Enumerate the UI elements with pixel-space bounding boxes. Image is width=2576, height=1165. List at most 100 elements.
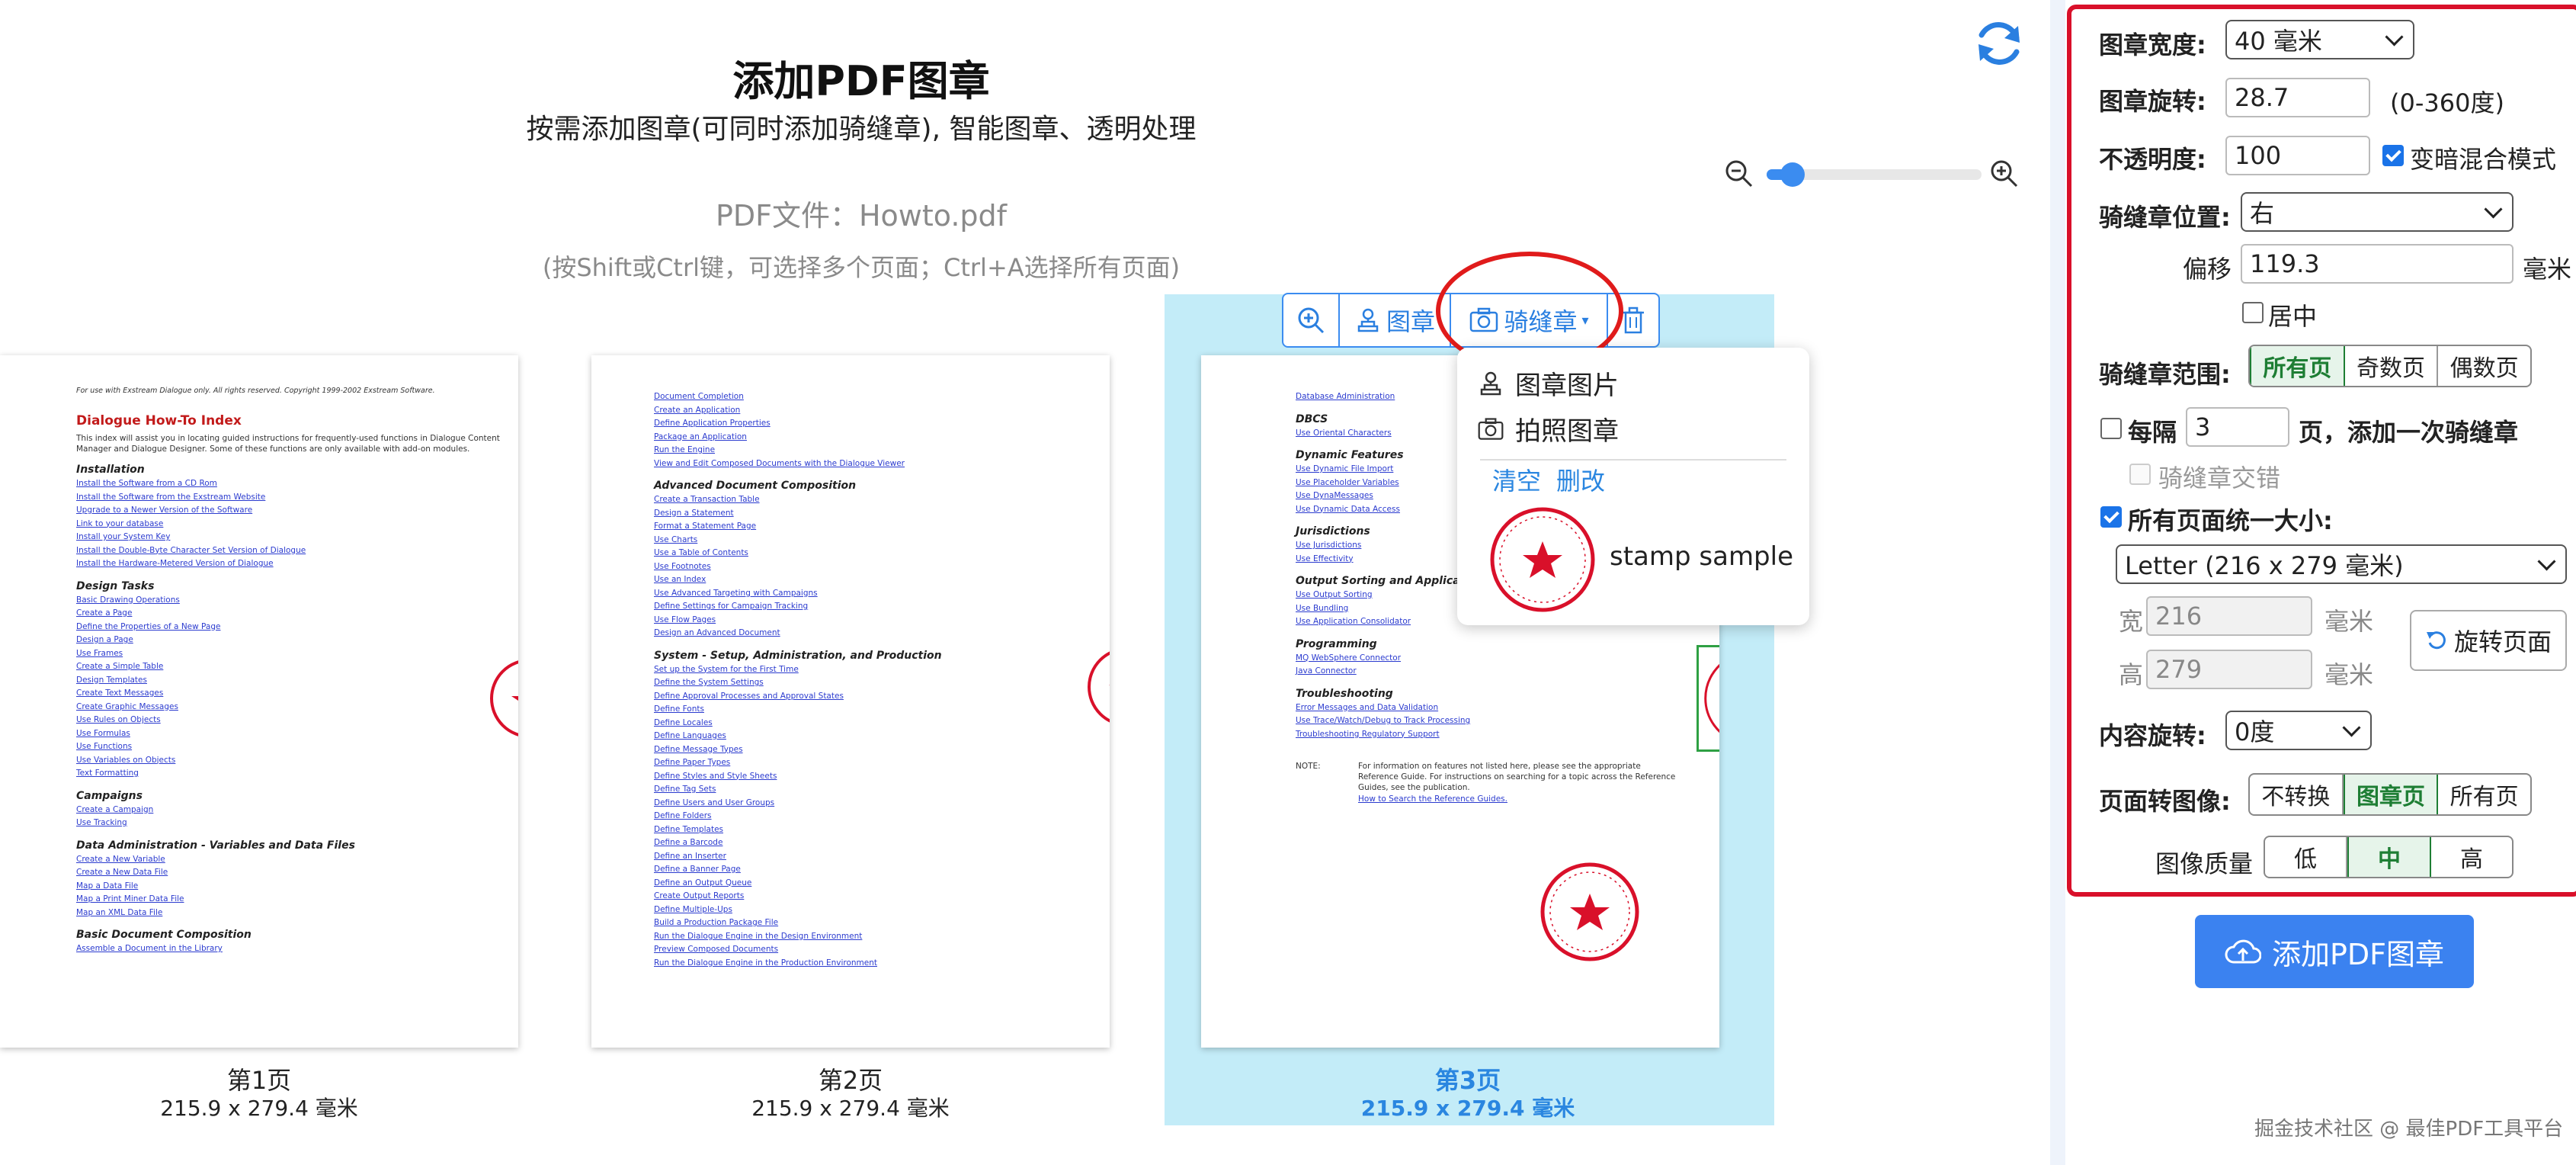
doc-link[interactable]: Use Footnotes [654, 560, 1096, 574]
doc-link[interactable]: Design a Page [76, 634, 503, 647]
doc-link[interactable]: Use an Index [654, 573, 1096, 587]
zoom-in-icon[interactable] [1989, 159, 2020, 189]
doc-link[interactable]: Use Frames [76, 647, 503, 661]
page-thumbnail-2[interactable]: Document Completion Create an Application… [591, 355, 1110, 1048]
to-image-all-pages[interactable]: 所有页 [2438, 775, 2530, 814]
doc-link[interactable]: Define a Banner Page [654, 863, 1096, 877]
doc-link[interactable]: Format a Statement Page [654, 520, 1096, 534]
seam-stamp-frame[interactable] [1697, 645, 1719, 752]
doc-link[interactable]: Define Fonts [654, 703, 1096, 717]
doc-link[interactable]: Upgrade to a Newer Version of the Softwa… [76, 504, 503, 518]
doc-link[interactable]: Troubleshooting Regulatory Support [1296, 728, 1707, 742]
doc-link[interactable]: Use Rules on Objects [76, 714, 503, 727]
doc-link[interactable]: Define Styles and Style Sheets [654, 770, 1096, 784]
stamp-width-select[interactable]: 40 毫米 [2225, 20, 2414, 59]
range-odd-pages[interactable]: 奇数页 [2345, 346, 2439, 386]
doc-link[interactable]: Define an Output Queue [654, 877, 1096, 891]
page3-note-link[interactable]: How to Search the Reference Guides. [1358, 793, 1678, 807]
doc-link[interactable]: Use Tracking [76, 817, 503, 830]
doc-link[interactable]: Run the Dialogue Engine in the Productio… [654, 957, 1096, 971]
doc-link[interactable]: Java Connector [1296, 665, 1707, 679]
doc-link[interactable]: Define Message Types [654, 743, 1096, 757]
rotate-page-button[interactable]: 旋转页面 [2410, 610, 2567, 671]
stamp-sample-name[interactable]: stamp sample [1610, 541, 1793, 572]
doc-link[interactable]: Define an Inserter [654, 850, 1096, 864]
to-image-stamp-pages[interactable]: 图章页 [2343, 775, 2439, 814]
quality-low[interactable]: 低 [2265, 837, 2347, 877]
doc-link[interactable]: Define a Barcode [654, 836, 1096, 850]
uniform-size-checkbox[interactable] [2100, 506, 2122, 528]
zoom-slider-handle[interactable] [1780, 162, 1805, 187]
doc-link[interactable]: Install your System Key [76, 531, 503, 544]
dropdown-stamp-image[interactable]: 图章图片 [1477, 364, 1619, 402]
doc-link[interactable]: Link to your database [76, 518, 503, 531]
quality-medium[interactable]: 中 [2347, 837, 2431, 877]
doc-link[interactable]: Set up the System for the First Time [654, 663, 1096, 677]
doc-link[interactable]: Install the Hardware-Metered Version of … [76, 557, 503, 571]
doc-link[interactable]: Map a Data File [76, 880, 503, 894]
doc-link[interactable]: Install the Software from the Exstream W… [76, 491, 503, 505]
doc-link[interactable]: Use Functions [76, 740, 503, 754]
center-checkbox[interactable] [2242, 302, 2264, 323]
doc-link[interactable]: Use Charts [654, 534, 1096, 547]
quality-high[interactable]: 高 [2431, 837, 2512, 877]
doc-link[interactable]: Define Paper Types [654, 756, 1096, 770]
doc-link[interactable]: Define the System Settings [654, 676, 1096, 690]
doc-link[interactable]: Define Locales [654, 717, 1096, 730]
doc-link[interactable]: Define Users and User Groups [654, 797, 1096, 810]
alternate-checkbox[interactable] [2129, 464, 2151, 485]
doc-link[interactable]: Use a Table of Contents [654, 547, 1096, 560]
doc-link[interactable]: Define Application Properties [654, 417, 1096, 431]
doc-link[interactable]: Use Trace/Watch/Debug to Track Processin… [1296, 714, 1707, 728]
doc-link[interactable]: MQ WebSphere Connector [1296, 652, 1707, 666]
zoom-out-icon[interactable] [1724, 159, 1754, 189]
range-all-pages[interactable]: 所有页 [2250, 346, 2345, 386]
doc-link[interactable]: Assemble a Document in the Library [76, 942, 503, 956]
range-even-pages[interactable]: 偶数页 [2438, 346, 2530, 386]
doc-link[interactable]: Build a Production Package File [654, 916, 1096, 930]
doc-link[interactable]: Design Templates [76, 674, 503, 688]
refresh-icon[interactable] [1971, 15, 2027, 72]
seam-position-select[interactable]: 右 [2241, 192, 2514, 232]
zoom-slider[interactable] [1767, 162, 1982, 187]
doc-link[interactable]: Create a Transaction Table [654, 493, 1096, 507]
doc-link[interactable]: Create a Campaign [76, 804, 503, 817]
doc-link[interactable]: Use Flow Pages [654, 614, 1096, 627]
doc-link[interactable]: Run the Dialogue Engine in the Design En… [654, 930, 1096, 944]
doc-link[interactable]: View and Edit Composed Documents with th… [654, 457, 1096, 471]
doc-link[interactable]: Map a Print Miner Data File [76, 893, 503, 907]
toolbar-zoom-button[interactable] [1283, 294, 1340, 346]
doc-link[interactable]: Document Completion [654, 390, 1096, 404]
stamp-sample-thumbnail[interactable] [1488, 505, 1597, 615]
doc-link[interactable]: Design a Statement [654, 507, 1096, 521]
doc-link[interactable]: Preview Composed Documents [654, 943, 1096, 957]
doc-link[interactable]: Install the Double-Byte Character Set Ve… [76, 544, 503, 558]
doc-link[interactable]: Map an XML Data File [76, 907, 503, 920]
paper-size-select[interactable]: Letter (216 x 279 毫米) [2116, 544, 2567, 584]
blend-mode-checkbox[interactable] [2382, 145, 2404, 166]
page-width-input[interactable]: 216 [2146, 596, 2312, 636]
offset-input[interactable]: 119.3 [2241, 244, 2514, 284]
doc-link[interactable]: Create a Simple Table [76, 660, 503, 674]
doc-link[interactable]: Define Approval Processes and Approval S… [654, 690, 1096, 704]
dropdown-photo-stamp[interactable]: 拍照图章 [1477, 410, 1619, 448]
doc-link[interactable]: Install the Software from a CD Rom [76, 477, 503, 491]
to-image-none[interactable]: 不转换 [2250, 775, 2344, 814]
doc-link[interactable]: Define Folders [654, 810, 1096, 823]
doc-link[interactable]: Create a New Variable [76, 853, 503, 867]
doc-link[interactable]: Create a New Data File [76, 866, 503, 880]
doc-link[interactable]: Run the Engine [654, 444, 1096, 457]
every-n-checkbox[interactable] [2100, 418, 2122, 439]
doc-link[interactable]: Define Tag Sets [654, 783, 1096, 797]
doc-link[interactable]: Text Formatting [76, 767, 503, 781]
dropdown-clear-link[interactable]: 清空 [1492, 462, 1541, 497]
doc-link[interactable]: Package an Application [654, 431, 1096, 444]
add-stamp-button[interactable]: 添加PDF图章 [2195, 915, 2474, 988]
toolbar-stamp-button[interactable]: 图章 [1340, 294, 1451, 346]
page-thumbnail-1[interactable]: For use with Exstream Dialogue only. All… [0, 355, 518, 1048]
doc-link[interactable]: Define Settings for Campaign Tracking [654, 600, 1096, 614]
doc-link[interactable]: Define Templates [654, 823, 1096, 837]
stamp-page3[interactable] [1536, 859, 1643, 965]
doc-link[interactable]: Define Languages [654, 730, 1096, 743]
opacity-input[interactable]: 100 [2225, 136, 2370, 175]
